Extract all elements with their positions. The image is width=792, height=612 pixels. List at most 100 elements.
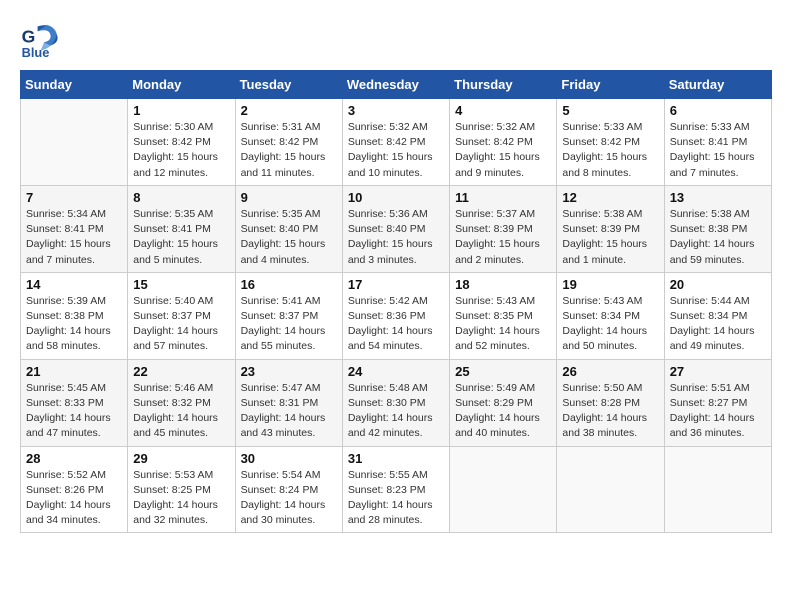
day-number: 29	[133, 451, 229, 466]
day-info: Sunrise: 5:36 AM Sunset: 8:40 PM Dayligh…	[348, 207, 444, 268]
day-info: Sunrise: 5:49 AM Sunset: 8:29 PM Dayligh…	[455, 381, 551, 442]
weekday-header-friday: Friday	[557, 71, 664, 99]
day-info: Sunrise: 5:35 AM Sunset: 8:40 PM Dayligh…	[241, 207, 337, 268]
day-number: 9	[241, 190, 337, 205]
day-cell: 11 Sunrise: 5:37 AM Sunset: 8:39 PM Dayli…	[450, 185, 557, 272]
day-number: 22	[133, 364, 229, 379]
weekday-header-saturday: Saturday	[664, 71, 771, 99]
day-number: 13	[670, 190, 766, 205]
day-number: 4	[455, 103, 551, 118]
weekday-header-sunday: Sunday	[21, 71, 128, 99]
day-cell: 22 Sunrise: 5:46 AM Sunset: 8:32 PM Dayli…	[128, 359, 235, 446]
day-info: Sunrise: 5:45 AM Sunset: 8:33 PM Dayligh…	[26, 381, 122, 442]
day-info: Sunrise: 5:50 AM Sunset: 8:28 PM Dayligh…	[562, 381, 658, 442]
day-cell: 21Sunrise: 5:45 AM Sunset: 8:33 PM Dayli…	[21, 359, 128, 446]
week-row-3: 14 Sunrise: 5:39 AM Sunset: 8:38 PM Dayli…	[21, 272, 772, 359]
day-info: Sunrise: 5:31 AM Sunset: 8:42 PM Dayligh…	[241, 120, 337, 181]
header: G Blue	[20, 20, 772, 60]
day-number: 10	[348, 190, 444, 205]
day-info: Sunrise: 5:33 AM Sunset: 8:42 PM Dayligh…	[562, 120, 658, 181]
day-info: Sunrise: 5:44 AM Sunset: 8:34 PM Dayligh…	[670, 294, 766, 355]
day-number: 16	[241, 277, 337, 292]
day-info: Sunrise: 5:46 AM Sunset: 8:32 PM Dayligh…	[133, 381, 229, 442]
day-info: Sunrise: 5:34 AM Sunset: 8:41 PM Dayligh…	[26, 207, 122, 268]
day-cell: 13 Sunrise: 5:38 AM Sunset: 8:38 PM Dayli…	[664, 185, 771, 272]
day-number: 28	[26, 451, 122, 466]
day-info: Sunrise: 5:55 AM Sunset: 8:23 PM Dayligh…	[348, 468, 444, 529]
day-info: Sunrise: 5:33 AM Sunset: 8:41 PM Dayligh…	[670, 120, 766, 181]
day-info: Sunrise: 5:38 AM Sunset: 8:39 PM Dayligh…	[562, 207, 658, 268]
day-cell: 7 Sunrise: 5:34 AM Sunset: 8:41 PM Daylig…	[21, 185, 128, 272]
day-info: Sunrise: 5:54 AM Sunset: 8:24 PM Dayligh…	[241, 468, 337, 529]
day-number: 26	[562, 364, 658, 379]
day-cell: 1Sunrise: 5:30 AM Sunset: 8:42 PM Daylig…	[128, 99, 235, 186]
calendar-table: SundayMondayTuesdayWednesdayThursdayFrid…	[20, 70, 772, 533]
day-cell: 25 Sunrise: 5:49 AM Sunset: 8:29 PM Dayli…	[450, 359, 557, 446]
day-info: Sunrise: 5:32 AM Sunset: 8:42 PM Dayligh…	[348, 120, 444, 181]
day-info: Sunrise: 5:48 AM Sunset: 8:30 PM Dayligh…	[348, 381, 444, 442]
day-cell: 18 Sunrise: 5:43 AM Sunset: 8:35 PM Dayli…	[450, 272, 557, 359]
weekday-header-wednesday: Wednesday	[342, 71, 449, 99]
day-info: Sunrise: 5:38 AM Sunset: 8:38 PM Dayligh…	[670, 207, 766, 268]
day-info: Sunrise: 5:52 AM Sunset: 8:26 PM Dayligh…	[26, 468, 122, 529]
day-number: 14	[26, 277, 122, 292]
day-cell: 23 Sunrise: 5:47 AM Sunset: 8:31 PM Dayli…	[235, 359, 342, 446]
day-cell	[21, 99, 128, 186]
week-row-1: 1Sunrise: 5:30 AM Sunset: 8:42 PM Daylig…	[21, 99, 772, 186]
day-cell: 9 Sunrise: 5:35 AM Sunset: 8:40 PM Daylig…	[235, 185, 342, 272]
day-cell: 10 Sunrise: 5:36 AM Sunset: 8:40 PM Dayli…	[342, 185, 449, 272]
day-cell: 2Sunrise: 5:31 AM Sunset: 8:42 PM Daylig…	[235, 99, 342, 186]
weekday-header-monday: Monday	[128, 71, 235, 99]
day-number: 30	[241, 451, 337, 466]
day-cell: 14 Sunrise: 5:39 AM Sunset: 8:38 PM Dayli…	[21, 272, 128, 359]
day-cell: 20 Sunrise: 5:44 AM Sunset: 8:34 PM Dayli…	[664, 272, 771, 359]
day-cell: 24 Sunrise: 5:48 AM Sunset: 8:30 PM Dayli…	[342, 359, 449, 446]
week-row-4: 21Sunrise: 5:45 AM Sunset: 8:33 PM Dayli…	[21, 359, 772, 446]
day-number: 11	[455, 190, 551, 205]
weekday-header-row: SundayMondayTuesdayWednesdayThursdayFrid…	[21, 71, 772, 99]
day-cell: 12Sunrise: 5:38 AM Sunset: 8:39 PM Dayli…	[557, 185, 664, 272]
day-number: 7	[26, 190, 122, 205]
day-cell: 19Sunrise: 5:43 AM Sunset: 8:34 PM Dayli…	[557, 272, 664, 359]
day-info: Sunrise: 5:47 AM Sunset: 8:31 PM Dayligh…	[241, 381, 337, 442]
day-number: 8	[133, 190, 229, 205]
week-row-5: 28 Sunrise: 5:52 AM Sunset: 8:26 PM Dayli…	[21, 446, 772, 533]
day-number: 23	[241, 364, 337, 379]
day-number: 19	[562, 277, 658, 292]
day-cell: 3 Sunrise: 5:32 AM Sunset: 8:42 PM Daylig…	[342, 99, 449, 186]
day-cell: 28 Sunrise: 5:52 AM Sunset: 8:26 PM Dayli…	[21, 446, 128, 533]
day-info: Sunrise: 5:37 AM Sunset: 8:39 PM Dayligh…	[455, 207, 551, 268]
day-info: Sunrise: 5:35 AM Sunset: 8:41 PM Dayligh…	[133, 207, 229, 268]
day-info: Sunrise: 5:41 AM Sunset: 8:37 PM Dayligh…	[241, 294, 337, 355]
weekday-header-tuesday: Tuesday	[235, 71, 342, 99]
day-number: 3	[348, 103, 444, 118]
day-info: Sunrise: 5:42 AM Sunset: 8:36 PM Dayligh…	[348, 294, 444, 355]
day-info: Sunrise: 5:39 AM Sunset: 8:38 PM Dayligh…	[26, 294, 122, 355]
day-cell	[450, 446, 557, 533]
svg-text:Blue: Blue	[22, 45, 50, 60]
day-info: Sunrise: 5:32 AM Sunset: 8:42 PM Dayligh…	[455, 120, 551, 181]
week-row-2: 7 Sunrise: 5:34 AM Sunset: 8:41 PM Daylig…	[21, 185, 772, 272]
day-info: Sunrise: 5:53 AM Sunset: 8:25 PM Dayligh…	[133, 468, 229, 529]
day-cell: 4 Sunrise: 5:32 AM Sunset: 8:42 PM Daylig…	[450, 99, 557, 186]
weekday-header-thursday: Thursday	[450, 71, 557, 99]
day-number: 5	[562, 103, 658, 118]
day-info: Sunrise: 5:40 AM Sunset: 8:37 PM Dayligh…	[133, 294, 229, 355]
day-cell: 27Sunrise: 5:51 AM Sunset: 8:27 PM Dayli…	[664, 359, 771, 446]
day-number: 25	[455, 364, 551, 379]
day-cell: 8 Sunrise: 5:35 AM Sunset: 8:41 PM Daylig…	[128, 185, 235, 272]
day-cell: 30 Sunrise: 5:54 AM Sunset: 8:24 PM Dayli…	[235, 446, 342, 533]
day-info: Sunrise: 5:43 AM Sunset: 8:35 PM Dayligh…	[455, 294, 551, 355]
day-info: Sunrise: 5:51 AM Sunset: 8:27 PM Dayligh…	[670, 381, 766, 442]
day-number: 1	[133, 103, 229, 118]
day-number: 20	[670, 277, 766, 292]
day-number: 24	[348, 364, 444, 379]
day-number: 6	[670, 103, 766, 118]
day-cell: 5 Sunrise: 5:33 AM Sunset: 8:42 PM Daylig…	[557, 99, 664, 186]
day-number: 15	[133, 277, 229, 292]
day-cell: 17Sunrise: 5:42 AM Sunset: 8:36 PM Dayli…	[342, 272, 449, 359]
day-cell: 16 Sunrise: 5:41 AM Sunset: 8:37 PM Dayli…	[235, 272, 342, 359]
day-number: 18	[455, 277, 551, 292]
day-cell: 15 Sunrise: 5:40 AM Sunset: 8:37 PM Dayli…	[128, 272, 235, 359]
day-cell: 31Sunrise: 5:55 AM Sunset: 8:23 PM Dayli…	[342, 446, 449, 533]
